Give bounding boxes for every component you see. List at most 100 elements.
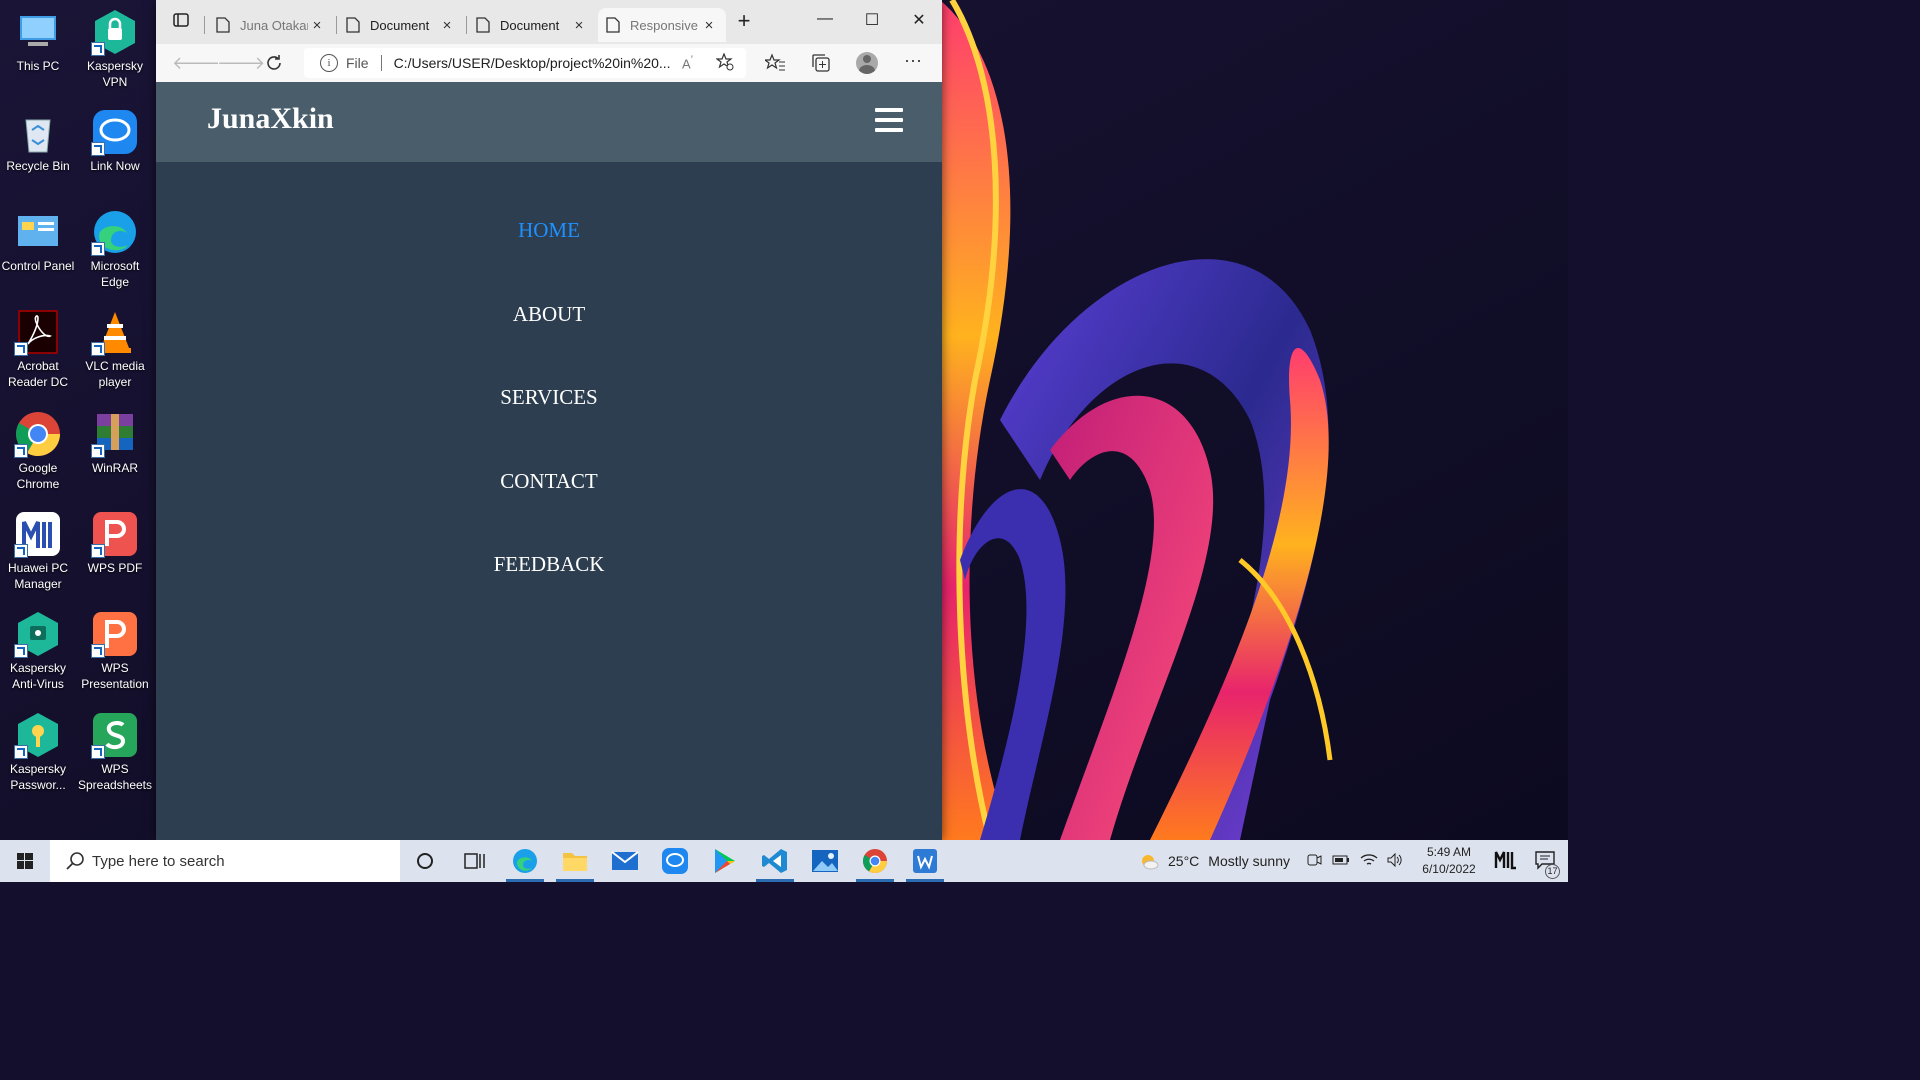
- notifications-icon[interactable]: 17: [1534, 850, 1560, 879]
- tab-close-icon[interactable]: ×: [308, 17, 326, 34]
- wps-spreadsheets-icon: [91, 711, 139, 759]
- tab-close-icon[interactable]: ×: [570, 17, 588, 34]
- url-text[interactable]: C:/Users/USER/Desktop/project%20in%20...: [394, 55, 682, 71]
- winrar-icon: [91, 410, 139, 458]
- favorites-icon[interactable]: [763, 53, 786, 75]
- forward-button[interactable]: 🡒: [217, 53, 265, 75]
- taskbar-edge[interactable]: [500, 840, 550, 882]
- desktop-icon-label: This PC: [16, 59, 60, 73]
- system-tray: 25°C Mostly sunny 5:49 AM 6/10/2022 17: [1138, 840, 1568, 882]
- desktop-icon-vlc[interactable]: VLC media player: [77, 308, 153, 390]
- address-bar[interactable]: i File C:/Users/USER/Desktop/project%20i…: [304, 48, 746, 78]
- tab-actions-icon[interactable]: [166, 12, 196, 33]
- nav-item-home[interactable]: HOME: [156, 162, 942, 246]
- tab-title: Responsive: [630, 17, 698, 33]
- weather-desc[interactable]: Mostly sunny: [1208, 853, 1290, 869]
- document-icon: [346, 17, 360, 33]
- notification-count: 17: [1545, 863, 1560, 879]
- minimize-button[interactable]: —: [810, 10, 840, 28]
- desktop-icon-area: This PC Kaspersky VPN Recycle Bin Link Now C…: [0, 0, 156, 840]
- clock[interactable]: 5:49 AM 6/10/2022: [1414, 844, 1484, 878]
- tab-document-2[interactable]: Document ×: [468, 8, 596, 42]
- task-view-button[interactable]: [450, 840, 500, 882]
- edge-icon: [91, 208, 139, 256]
- desktop-icon-label: Recycle Bin: [6, 159, 70, 173]
- weather-sunny-icon[interactable]: [1138, 850, 1160, 872]
- document-icon: [476, 17, 490, 33]
- desktop-icon-kaspersky-antivirus[interactable]: Kaspersky Anti-Virus: [0, 610, 76, 692]
- maximize-button[interactable]: ☐: [857, 10, 887, 30]
- nav-item-about[interactable]: ABOUT: [156, 246, 942, 330]
- volume-icon[interactable]: [1386, 852, 1404, 871]
- nav-item-services[interactable]: SERVICES: [156, 329, 942, 413]
- shortcut-arrow-icon: [91, 42, 105, 56]
- nav-item-contact[interactable]: CONTACT: [156, 413, 942, 497]
- cortana-button[interactable]: [400, 840, 450, 882]
- desktop-icon-label: Kaspersky Passwor...: [9, 762, 67, 792]
- nav-menu: HOME ABOUT SERVICES CONTACT FEEDBACK: [156, 162, 942, 580]
- refresh-button[interactable]: [262, 53, 286, 75]
- play-store-icon: [715, 849, 735, 873]
- desktop-icon-wps-pdf[interactable]: WPS PDF: [77, 510, 153, 576]
- site-info-icon[interactable]: i: [320, 54, 338, 72]
- desktop-icon-this-pc[interactable]: This PC: [0, 8, 76, 74]
- collections-icon[interactable]: [810, 53, 832, 75]
- taskbar-search-box[interactable]: Type here to search: [50, 840, 400, 882]
- link-now-icon: [662, 848, 688, 874]
- tab-responsive[interactable]: Responsive ×: [598, 8, 726, 42]
- desktop-icon-recycle-bin[interactable]: Recycle Bin: [0, 108, 76, 174]
- web-page: JunaXkin HOME ABOUT SERVICES CONTACT FEE…: [156, 82, 942, 840]
- chrome-icon: [14, 410, 62, 458]
- taskbar-mail[interactable]: [600, 840, 650, 882]
- taskbar-chrome[interactable]: [850, 840, 900, 882]
- taskbar-photos[interactable]: [800, 840, 850, 882]
- read-aloud-icon[interactable]: A’: [682, 54, 702, 71]
- site-header: JunaXkin: [156, 82, 942, 162]
- tab-juna-otakar[interactable]: Juna Otakar ×: [208, 8, 334, 42]
- battery-icon[interactable]: [1332, 853, 1350, 869]
- start-button[interactable]: [0, 840, 50, 882]
- site-brand[interactable]: JunaXkin: [207, 102, 334, 136]
- more-options-icon[interactable]: ···: [902, 50, 924, 72]
- desktop-icon-huawei-pc-manager[interactable]: Huawei PC Manager: [0, 510, 76, 592]
- desktop-icon-kaspersky-vpn[interactable]: Kaspersky VPN: [77, 8, 153, 90]
- hamburger-menu-icon[interactable]: [875, 108, 903, 134]
- new-tab-button[interactable]: +: [729, 8, 759, 34]
- taskbar-vscode[interactable]: [750, 840, 800, 882]
- desktop-icon-edge[interactable]: Microsoft Edge: [77, 208, 153, 290]
- tab-close-icon[interactable]: ×: [438, 17, 456, 34]
- tab-document-1[interactable]: Document ×: [338, 8, 464, 42]
- close-window-button[interactable]: ✕: [904, 10, 934, 30]
- profile-avatar[interactable]: [856, 52, 878, 74]
- taskbar-link-now[interactable]: [650, 840, 700, 882]
- desktop-icon-acrobat[interactable]: Acrobat Reader DC: [0, 308, 76, 390]
- tab-close-icon[interactable]: ×: [700, 17, 718, 34]
- shortcut-arrow-icon: [91, 644, 105, 658]
- add-favorite-icon[interactable]: [715, 51, 736, 74]
- cortana-icon: [417, 853, 433, 869]
- desktop-icon-chrome[interactable]: Google Chrome: [0, 410, 76, 492]
- shortcut-arrow-icon: [14, 544, 28, 558]
- desktop-icon-winrar[interactable]: WinRAR: [77, 410, 153, 476]
- back-button[interactable]: 🡐: [172, 53, 220, 75]
- meet-now-icon[interactable]: [1306, 852, 1322, 871]
- desktop-icon-wps-spreadsheets[interactable]: WPS Spreadsheets: [77, 711, 153, 793]
- search-icon: [66, 852, 84, 870]
- nav-item-feedback[interactable]: FEEDBACK: [156, 496, 942, 580]
- weather-temp[interactable]: 25°C: [1168, 853, 1199, 869]
- huawei-tray-icon[interactable]: [1494, 850, 1518, 873]
- browser-window: Juna Otakar × Document × Document × Resp…: [156, 0, 942, 840]
- desktop-icon-link-now[interactable]: Link Now: [77, 108, 153, 174]
- wps-presentation-icon: [91, 610, 139, 658]
- photos-icon: [812, 850, 838, 872]
- taskbar-play-store[interactable]: [700, 840, 750, 882]
- desktop-icon-control-panel[interactable]: Control Panel: [0, 208, 76, 274]
- acrobat-icon: [14, 308, 62, 356]
- taskbar-file-explorer[interactable]: [550, 840, 600, 882]
- desktop-icon-kaspersky-password[interactable]: Kaspersky Passwor...: [0, 711, 76, 793]
- desktop-icon-wps-presentation[interactable]: WPS Presentation: [77, 610, 153, 692]
- shortcut-arrow-icon: [91, 444, 105, 458]
- wifi-icon[interactable]: [1360, 852, 1378, 871]
- clock-date: 6/10/2022: [1422, 862, 1476, 876]
- taskbar-wps-writer[interactable]: [900, 840, 950, 882]
